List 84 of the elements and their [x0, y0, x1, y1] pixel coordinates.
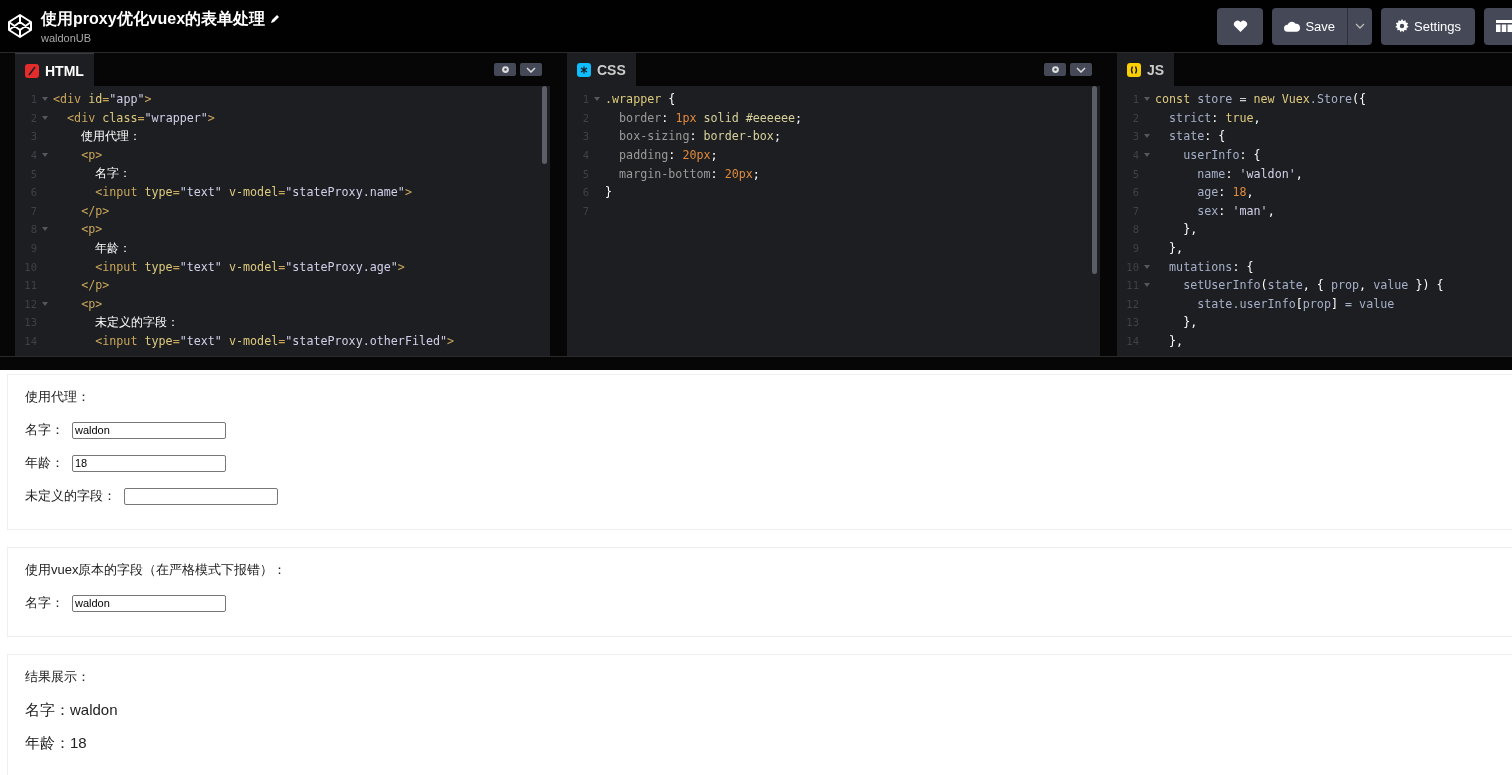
code-line: sex: 'man',	[1196, 203, 1275, 218]
code-line: age: 18,	[1196, 185, 1254, 200]
editor-tab[interactable]: JS	[1117, 53, 1175, 86]
input-field[interactable]: waldon	[72, 421, 226, 439]
code-line: <div id="app">	[53, 92, 152, 107]
code-line: strict: true,	[1168, 110, 1261, 125]
section-heading: 结果展示：	[25, 668, 91, 686]
cube-logo-icon[interactable]	[7, 13, 33, 39]
code-line: margin-bottom: 20px;	[618, 166, 760, 181]
fold-arrow-icon[interactable]	[42, 153, 48, 158]
editor-tab[interactable]: HTML	[15, 53, 94, 87]
code-line: padding: 20px;	[618, 148, 718, 163]
layout-grid-icon	[1496, 20, 1512, 32]
field-label: 名字：	[25, 421, 64, 439]
code-line: </p>	[80, 203, 110, 218]
fold-arrow-icon[interactable]	[1144, 264, 1150, 269]
settings-icon[interactable]	[1044, 63, 1066, 76]
field-label: 名字：	[25, 594, 64, 612]
caret-icon	[1355, 23, 1365, 29]
save-button[interactable]: Save	[1272, 7, 1347, 45]
heart-button[interactable]	[1217, 7, 1264, 45]
pencil-icon[interactable]	[270, 14, 281, 24]
fold-arrow-icon[interactable]	[1144, 97, 1150, 102]
fold-arrow-icon[interactable]	[42, 227, 48, 232]
section-heading: 使用vuex原本的字段（在严格模式下报错）：	[25, 561, 288, 579]
code-line: 未定义的字段：	[94, 314, 180, 330]
settings-icon[interactable]	[494, 63, 516, 76]
editor-tab[interactable]: CSS	[567, 53, 636, 86]
code-line: <p>	[80, 296, 103, 311]
code-line: <p>	[80, 222, 103, 237]
code-line: },	[1182, 222, 1198, 237]
code-line: box-sizing: border-box;	[618, 129, 781, 144]
fold-arrow-icon[interactable]	[594, 97, 600, 102]
settings-icon	[1395, 19, 1409, 33]
fold-arrow-icon[interactable]	[1144, 134, 1150, 139]
code-line: border: 1px solid #eeeeee;	[618, 110, 803, 125]
code-line: },	[1168, 241, 1184, 256]
result-text: 年龄：18	[25, 734, 88, 752]
code-line: }	[605, 185, 613, 200]
cloud-icon	[1284, 20, 1301, 32]
fold-arrow-icon[interactable]	[42, 97, 48, 102]
code-line: .wrapper {	[605, 92, 676, 107]
code-line: state.userInfo[prop] = value	[1196, 296, 1395, 311]
slash-icon	[25, 63, 39, 78]
fold-arrow-icon[interactable]	[1144, 153, 1150, 158]
scrollbar[interactable]	[1092, 86, 1097, 274]
code-line: },	[1182, 315, 1198, 330]
caret-icon[interactable]	[1070, 63, 1092, 76]
input-field[interactable]: 18	[72, 454, 226, 472]
asterisk-icon	[577, 62, 591, 77]
code-line: 名字：	[94, 166, 132, 182]
field-label: 年龄：	[25, 454, 64, 472]
code-line: 年龄：	[94, 240, 132, 256]
code-line: const store = new Vuex.Store({	[1155, 92, 1367, 107]
fold-arrow-icon[interactable]	[42, 301, 48, 306]
code-line: name: 'waldon',	[1196, 166, 1303, 181]
scrollbar[interactable]	[542, 86, 547, 164]
braces-icon	[1127, 62, 1141, 77]
code-line: userInfo: {	[1182, 148, 1261, 163]
code-line: <input type="text" v-model="stateProxy.age">	[94, 259, 405, 274]
resize-bar[interactable]	[0, 356, 1512, 370]
code-line: <input type="text" v-model="stateProxy.name">	[94, 185, 412, 200]
fold-arrow-icon[interactable]	[42, 115, 48, 120]
pen-title: 使用proxy优化vuex的表单处理	[41, 8, 266, 29]
code-line: state: {	[1168, 129, 1226, 144]
caret-icon[interactable]	[520, 63, 542, 76]
code-line: 使用代理：	[80, 129, 142, 144]
code-line: <input type="text" v-model="stateProxy.otherFiled">	[94, 334, 455, 348]
code-line: <p>	[80, 148, 103, 163]
code-line: },	[1168, 334, 1184, 348]
code-line: setUserInfo(state, { prop, value }) {	[1182, 278, 1444, 293]
code-line: </p>	[80, 278, 110, 293]
heart-icon	[1232, 19, 1248, 33]
input-field[interactable]	[124, 487, 278, 505]
code-line: mutations: {	[1168, 259, 1254, 274]
section-heading: 使用代理：	[25, 388, 91, 406]
code-line: <div class="wrapper">	[66, 110, 215, 125]
dropdown-button[interactable]	[1347, 7, 1372, 45]
result-text: 名字：waldon	[25, 701, 119, 719]
input-field[interactable]: waldon	[72, 594, 226, 612]
fold-arrow-icon[interactable]	[1144, 283, 1150, 288]
field-label: 未定义的字段：	[25, 487, 116, 505]
settings-button[interactable]: Settings	[1381, 7, 1475, 45]
author-name[interactable]: waldonUB	[41, 31, 281, 44]
